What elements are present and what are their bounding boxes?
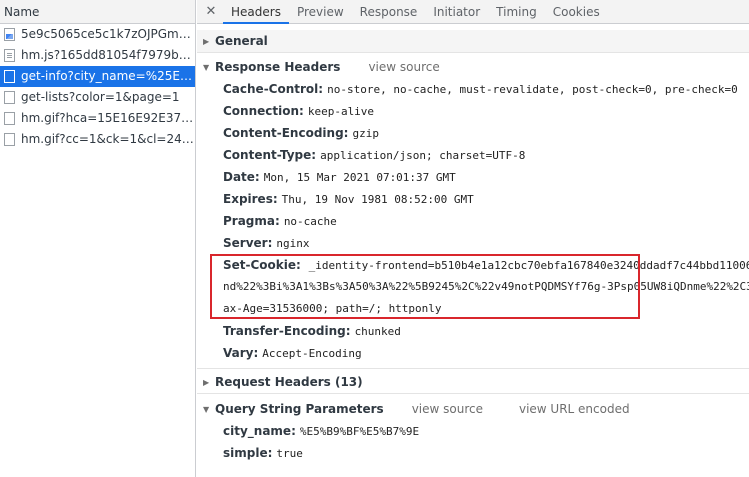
request-label: get-lists?color=1&page=1 xyxy=(21,90,180,104)
request-list: 5e9c5065ce5c1k7zOJPGm847... hm.js?165dd81… xyxy=(0,24,195,150)
response-header-row: Vary: Accept-Encoding xyxy=(197,342,749,364)
query-string-title: Query String Parameters xyxy=(215,402,384,416)
tab-response[interactable]: Response xyxy=(352,0,426,24)
header-value: no-store, no-cache, must-revalidate, pos… xyxy=(327,83,738,96)
request-label: 5e9c5065ce5c1k7zOJPGm847... xyxy=(21,27,195,41)
header-value: chunked xyxy=(354,325,401,338)
expand-triangle-icon: ▶ xyxy=(203,377,210,387)
header-name: Transfer-Encoding: xyxy=(223,324,351,338)
tab-initiator[interactable]: Initiator xyxy=(425,0,488,24)
query-param-row: city_name: %E5%B9%BF%E5%B7%9E xyxy=(197,420,749,442)
set-cookie-row: Set-Cookie: _identity-frontend=b510b4e1a… xyxy=(197,254,749,276)
query-string-section: ▼ Query String Parameters view source vi… xyxy=(197,398,749,464)
request-headers-section-header[interactable]: ▶ Request Headers (13) xyxy=(197,371,749,393)
request-headers-title: Request Headers (13) xyxy=(215,375,363,389)
header-name: Cache-Control: xyxy=(223,82,324,96)
tab-timing[interactable]: Timing xyxy=(488,0,545,24)
request-list-pane: Name 5e9c5065ce5c1k7zOJPGm847... hm.js?16… xyxy=(0,0,196,477)
response-headers-title: Response Headers xyxy=(215,60,341,74)
general-section: ▶ General xyxy=(197,30,749,53)
view-source-link[interactable]: view source xyxy=(412,402,483,416)
general-title: General xyxy=(215,34,268,48)
document-file-icon xyxy=(4,133,15,146)
expand-triangle-icon: ▶ xyxy=(203,36,210,46)
header-value: application/json; charset=UTF-8 xyxy=(320,149,526,162)
response-header-row: Expires: Thu, 19 Nov 1981 08:52:00 GMT xyxy=(197,188,749,210)
header-name: Date: xyxy=(223,170,260,184)
response-headers-section-header[interactable]: ▼ Response Headers view source xyxy=(197,56,749,78)
request-label: hm.js?165dd81054f7979b86e... xyxy=(21,48,195,62)
view-source-link[interactable]: view source xyxy=(368,60,439,74)
document-file-icon xyxy=(4,70,15,83)
request-headers-section: ▶ Request Headers (13) xyxy=(197,371,749,394)
request-label: get-info?city_name=%25E5%2... xyxy=(21,69,195,83)
response-headers-section: ▼ Response Headers view source Cache-Con… xyxy=(197,56,749,369)
header-name: Connection: xyxy=(223,104,304,118)
header-name: Pragma: xyxy=(223,214,280,228)
header-value: keep-alive xyxy=(307,105,375,118)
collapse-triangle-icon: ▼ xyxy=(203,62,210,72)
header-value: %E5%B9%BF%E5%B7%9E xyxy=(299,425,420,438)
collapse-triangle-icon: ▼ xyxy=(203,404,210,414)
header-name: Set-Cookie: xyxy=(223,258,301,272)
name-column-header[interactable]: Name xyxy=(0,0,195,24)
view-url-encoded-link[interactable]: view URL encoded xyxy=(519,402,630,416)
header-value: true xyxy=(276,447,303,460)
set-cookie-continuation: ax-Age=31536000; path=/; httponly xyxy=(223,302,442,315)
query-param-row: simple: true xyxy=(197,442,749,464)
header-name: Vary: xyxy=(223,346,259,360)
header-value: nginx xyxy=(276,237,310,250)
request-label: hm.gif?cc=1&ck=1&cl=24-bit... xyxy=(21,132,195,146)
image-file-icon xyxy=(4,28,15,41)
tab-headers[interactable]: Headers xyxy=(223,0,289,24)
response-header-row: Content-Encoding: gzip xyxy=(197,122,749,144)
document-file-icon xyxy=(4,112,15,125)
query-param-rows: city_name: %E5%B9%BF%E5%B7%9E simple: true xyxy=(197,420,749,464)
header-value: gzip xyxy=(352,127,379,140)
header-name: simple: xyxy=(223,446,273,460)
tab-cookies[interactable]: Cookies xyxy=(545,0,608,24)
query-string-section-header[interactable]: ▼ Query String Parameters view source vi… xyxy=(197,398,749,420)
request-row[interactable]: hm.gif?hca=15E16E92E3793A... xyxy=(0,108,195,129)
document-file-icon xyxy=(4,91,15,104)
request-details-pane: ✕ Headers Preview Response Initiator Tim… xyxy=(197,0,749,477)
tab-preview[interactable]: Preview xyxy=(289,0,352,24)
header-value: _identity-frontend=b510b4e1a12cbc70ebfa1… xyxy=(308,259,749,272)
set-cookie-continuation: nd%22%3Bi%3A1%3Bs%3A50%3A%22%5B9245%2C%2… xyxy=(223,280,749,293)
response-header-row: Connection: keep-alive xyxy=(197,100,749,122)
header-name: Content-Encoding: xyxy=(223,126,349,140)
header-name: Content-Type: xyxy=(223,148,317,162)
response-header-row: Date: Mon, 15 Mar 2021 07:01:37 GMT xyxy=(197,166,749,188)
response-header-row: Server: nginx xyxy=(197,232,749,254)
request-row[interactable]: get-lists?color=1&page=1 xyxy=(0,87,195,108)
header-value: no-cache xyxy=(283,215,337,228)
response-header-row: Transfer-Encoding: chunked xyxy=(197,320,749,342)
header-value: Thu, 19 Nov 1981 08:52:00 GMT xyxy=(281,193,474,206)
response-header-row: Content-Type: application/json; charset=U… xyxy=(197,144,749,166)
response-header-row: Cache-Control: no-store, no-cache, must-r… xyxy=(197,78,749,100)
header-name: city_name: xyxy=(223,424,296,438)
response-header-rows: Cache-Control: no-store, no-cache, must-r… xyxy=(197,78,749,254)
response-header-rows: Transfer-Encoding: chunked Vary: Accept-Enc… xyxy=(197,320,749,364)
response-header-row: Pragma: no-cache xyxy=(197,210,749,232)
close-icon[interactable]: ✕ xyxy=(199,4,223,19)
header-value: Mon, 15 Mar 2021 07:01:37 GMT xyxy=(263,171,456,184)
header-value: Accept-Encoding xyxy=(262,347,362,360)
script-file-icon xyxy=(4,49,15,62)
header-name: Server: xyxy=(223,236,273,250)
request-label: hm.gif?hca=15E16E92E3793A... xyxy=(21,111,195,125)
header-name: Expires: xyxy=(223,192,278,206)
details-tabbar: ✕ Headers Preview Response Initiator Tim… xyxy=(197,0,749,24)
request-row[interactable]: hm.gif?cc=1&ck=1&cl=24-bit... xyxy=(0,129,195,150)
request-row[interactable]: 5e9c5065ce5c1k7zOJPGm847... xyxy=(0,24,195,45)
general-section-header[interactable]: ▶ General xyxy=(197,30,749,52)
request-row[interactable]: get-info?city_name=%25E5%2... xyxy=(0,66,195,87)
request-row[interactable]: hm.js?165dd81054f7979b86e... xyxy=(0,45,195,66)
